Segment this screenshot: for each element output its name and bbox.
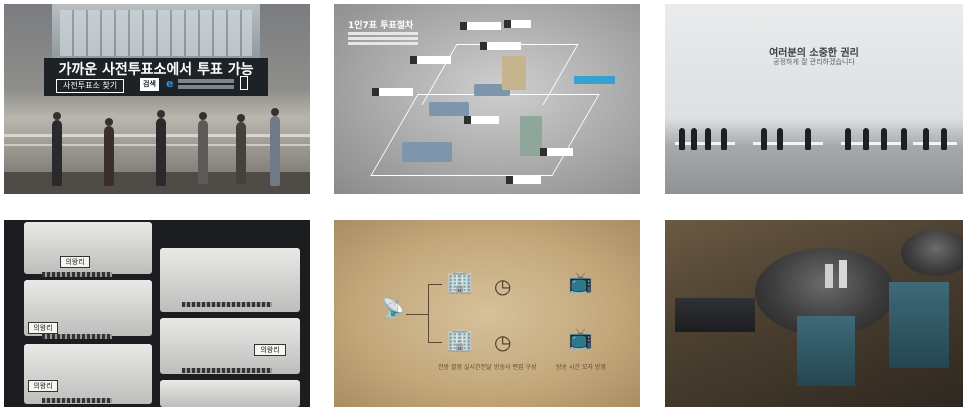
building-icon: 🏢 — [446, 328, 474, 353]
connector-line — [428, 342, 442, 343]
desk — [402, 142, 452, 162]
rights-subtitle: 공정하게 잘 관리하겠습니다 — [773, 58, 855, 66]
step-label — [410, 56, 451, 64]
image-tile-rights: 여러분의 소중한 권리 공정하게 잘 관리하겠습니다 — [665, 4, 963, 194]
step-label — [506, 176, 541, 184]
tray — [160, 380, 300, 407]
image-tile-machine — [665, 220, 963, 407]
person-figure — [270, 108, 280, 186]
caption: 방송사 편집 구성 — [494, 364, 537, 371]
tray-slot — [42, 398, 112, 403]
caption: 방송 시간 모자 방영 — [556, 364, 606, 371]
step-label — [464, 116, 499, 124]
tray-tag: 의왕리 — [28, 322, 58, 334]
person-figure — [777, 128, 783, 150]
person-figure — [236, 114, 246, 184]
tray-slot — [42, 272, 112, 277]
bracket — [797, 316, 855, 386]
step-label — [540, 148, 573, 156]
tv-icon: 📺 — [568, 270, 593, 294]
voting-booth — [502, 56, 526, 90]
person-figure — [52, 112, 62, 186]
station-window — [52, 4, 260, 62]
person-figure — [901, 128, 907, 150]
device-part — [675, 298, 755, 332]
connector-line — [428, 284, 442, 285]
person-figure — [761, 128, 767, 150]
phone-icon — [240, 76, 248, 90]
caption: 전방 촬영 실시간전달 — [438, 364, 492, 371]
person-figure — [941, 128, 947, 150]
desk — [429, 102, 469, 116]
e-logo-icon: e — [166, 77, 174, 90]
ballot-box — [520, 116, 542, 156]
step-label — [504, 20, 531, 28]
person-figure — [705, 128, 711, 150]
tray-slot — [182, 368, 272, 373]
step-label — [460, 22, 501, 30]
tray-tag: 의왕리 — [254, 344, 286, 356]
person-figure — [104, 118, 114, 186]
person-figure — [198, 112, 208, 184]
station-sign: 가까운 사전투표소에서 투표 가능 사전투표소 찾기 검색 e — [44, 58, 268, 96]
person-figure — [881, 128, 887, 150]
sign-fine-print — [178, 79, 234, 83]
step-label-highlighted — [574, 76, 615, 84]
tv-icon: 📺 — [568, 326, 593, 350]
image-tile-trays: 의왕리 의왕리 의왕리 의왕리 — [4, 220, 310, 407]
tray — [24, 344, 152, 404]
tray-tag: 의왕리 — [60, 256, 90, 268]
tray-slot — [182, 302, 272, 307]
connector-line — [406, 314, 428, 315]
clock-signal-icon: ◷ — [494, 330, 512, 354]
building-icon: 🏢 — [446, 270, 474, 295]
tray-tag: 의왕리 — [28, 380, 58, 392]
image-tile-procedure: 1인7표 투표절차 — [334, 4, 640, 194]
person-figure — [923, 128, 929, 150]
satellite-icon: 📡 — [382, 298, 405, 319]
step-label — [372, 88, 413, 96]
table — [913, 142, 957, 145]
connector-line — [428, 284, 429, 342]
bolt — [825, 264, 833, 288]
disk — [901, 230, 963, 276]
person-figure — [863, 128, 869, 150]
bolt — [839, 260, 847, 288]
clock-signal-icon: ◷ — [494, 274, 512, 298]
person-figure — [721, 128, 727, 150]
procedure-description — [348, 32, 418, 35]
procedure-title: 1인7표 투표절차 — [348, 21, 414, 31]
person-figure — [679, 128, 685, 150]
person-figure — [691, 128, 697, 150]
image-tile-station: 가까운 사전투표소에서 투표 가능 사전투표소 찾기 검색 e — [4, 4, 310, 194]
bracket — [889, 282, 949, 368]
sign-search-badge: 검색 — [140, 78, 159, 91]
step-label — [480, 42, 521, 50]
person-figure — [156, 110, 166, 186]
sign-title: 가까운 사전투표소에서 투표 가능 — [58, 62, 254, 78]
sign-search-text: 사전투표소 찾기 — [56, 79, 125, 93]
image-tile-broadcast: 📡 🏢 🏢 ◷ ◷ 📺 📺 전방 촬영 실시간전달 방송사 편집 구성 방송 시… — [334, 220, 640, 407]
person-figure — [845, 128, 851, 150]
tray-slot — [42, 334, 112, 339]
person-figure — [805, 128, 811, 150]
room-outline — [370, 94, 600, 176]
